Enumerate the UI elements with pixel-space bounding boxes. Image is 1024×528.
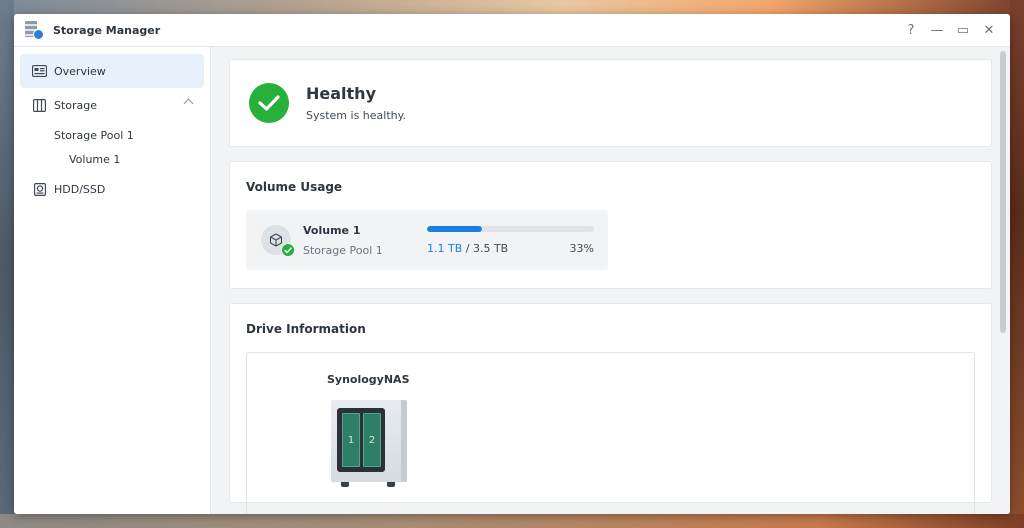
desktop-background-right [1010, 0, 1024, 528]
close-icon: ✕ [983, 22, 995, 38]
sidebar-item-label: Volume 1 [69, 152, 121, 166]
storage-manager-app-icon [24, 20, 44, 40]
overview-icon [32, 65, 47, 78]
drive-panel: SynologyNAS 1 2 [246, 352, 975, 514]
health-status: Healthy [306, 84, 376, 103]
minimize-icon: — [930, 22, 944, 38]
sidebar-item-label: Storage [54, 98, 98, 112]
help-icon: ? [907, 22, 915, 38]
sidebar-item-label: Overview [54, 64, 106, 78]
volume-usage-item[interactable]: Volume 1 Storage Pool 1 1.1 TB / 3.5 TB … [246, 210, 608, 270]
desktop-background-left [0, 0, 14, 528]
nas-foot [341, 482, 349, 487]
volume-total: 3.5 TB [472, 242, 509, 255]
volume-usage-card: Volume Usage Volume 1 Storage Pool 1 1.1… [229, 161, 992, 289]
nas-device: 1 2 [331, 400, 407, 487]
volume-usage-bar [427, 226, 594, 232]
main-scrollbar[interactable] [1000, 51, 1007, 511]
sidebar-item-hdd-ssd[interactable]: HDD/SSD [20, 172, 204, 206]
title-bar[interactable]: Storage Manager ? — ▭ ✕ [14, 14, 1010, 47]
maximize-icon: ▭ [956, 22, 970, 38]
minimize-button[interactable]: — [924, 17, 950, 43]
nas-front-panel: 1 2 [337, 408, 385, 472]
window-controls: ? — ▭ ✕ [898, 14, 1010, 47]
sidebar-item-label: HDD/SSD [54, 182, 106, 196]
nas-foot [387, 482, 395, 487]
drive-bay-1[interactable]: 1 [342, 413, 360, 467]
volume-usage-percent: 33% [569, 242, 594, 255]
volume-cube-icon [261, 225, 295, 257]
storage-icon [32, 98, 47, 112]
sidebar-item-storage-pool[interactable]: Storage Pool 1 [20, 123, 204, 147]
volume-healthy-icon [281, 243, 295, 257]
desktop-background-bottom [0, 514, 1024, 528]
maximize-button[interactable]: ▭ [950, 17, 976, 43]
health-card: Healthy System is healthy. [229, 59, 992, 147]
volume-usage-title: Volume Usage [246, 180, 343, 194]
window-title: Storage Manager [53, 23, 161, 37]
volume-used: 1.1 TB [427, 242, 463, 255]
sidebar-item-volume[interactable]: Volume 1 [20, 147, 204, 171]
volume-separator: / [462, 242, 473, 255]
volume-usage-bar-fill [427, 226, 483, 232]
sidebar: Overview Storage Storage Pool 1 Volume 1… [14, 47, 211, 514]
hdd-icon [32, 182, 47, 196]
health-message: System is healthy. [306, 109, 407, 122]
drive-information-title: Drive Information [246, 322, 366, 336]
sidebar-item-storage[interactable]: Storage [20, 88, 204, 122]
volume-pool-name: Storage Pool 1 [303, 243, 383, 257]
storage-manager-window: Storage Manager ? — ▭ ✕ Overview Storage [14, 14, 1010, 514]
nas-name: SynologyNAS [327, 373, 410, 386]
help-button[interactable]: ? [898, 17, 924, 43]
volume-name: Volume 1 [303, 223, 361, 237]
close-button[interactable]: ✕ [976, 17, 1002, 43]
sidebar-item-label: Storage Pool 1 [54, 128, 134, 142]
healthy-check-icon [249, 83, 289, 123]
chevron-up-icon[interactable] [183, 98, 194, 109]
sidebar-item-overview[interactable]: Overview [20, 54, 204, 88]
drive-bay-2[interactable]: 2 [363, 413, 381, 467]
scrollbar-thumb[interactable] [1000, 51, 1006, 333]
main-content: Healthy System is healthy. Volume Usage … [211, 47, 1010, 514]
drive-information-card: Drive Information SynologyNAS 1 2 [229, 303, 992, 514]
